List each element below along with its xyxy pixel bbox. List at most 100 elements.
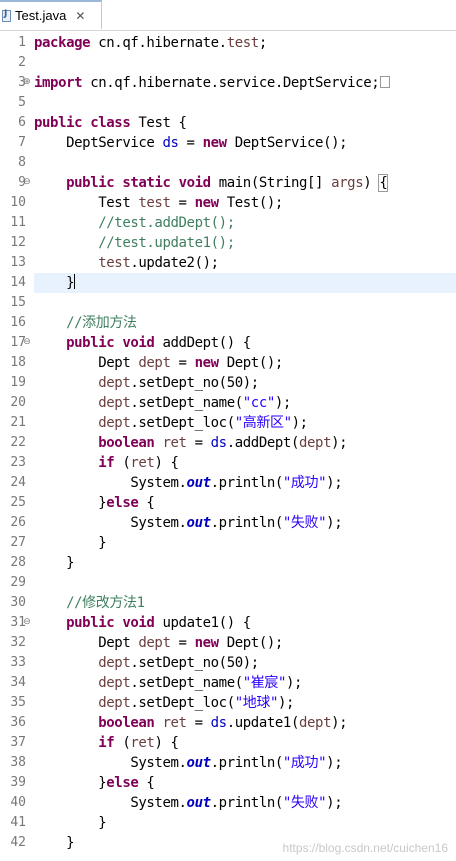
line-number: 28 xyxy=(10,555,26,570)
code-line[interactable]: 25 }else { xyxy=(0,493,456,513)
code-text: if (ret) { xyxy=(98,455,179,471)
code-line[interactable]: 35 dept.setDept_loc("地球"); xyxy=(0,693,456,713)
code-line[interactable]: 1 package cn.qf.hibernate.test; xyxy=(0,33,456,53)
code-line[interactable]: 29 xyxy=(0,573,456,593)
code-line[interactable]: 16 //添加方法 xyxy=(0,313,456,333)
close-icon[interactable]: ✕ xyxy=(75,9,85,23)
code-text: } xyxy=(34,273,456,293)
code-line[interactable]: 23 if (ret) { xyxy=(0,453,456,473)
line-number: 29 xyxy=(10,575,26,590)
code-text: boolean ret = ds.update1(dept); xyxy=(98,715,348,731)
code-line[interactable]: 11 //test.addDept(); xyxy=(0,213,456,233)
code-line[interactable]: 32 Dept dept = new Dept(); xyxy=(0,633,456,653)
line-number: 7 xyxy=(18,135,26,150)
line-number: 13 xyxy=(10,255,26,270)
code-text: dept.setDept_no(50); xyxy=(98,375,259,391)
editor-tab-test-java[interactable]: Test.java ✕ xyxy=(0,0,102,29)
fold-expand-icon[interactable]: ⊕ xyxy=(23,78,31,87)
code-line[interactable]: 7 DeptService ds = new DeptService(); xyxy=(0,133,456,153)
code-line[interactable]: 15 xyxy=(0,293,456,313)
code-line[interactable]: 33 dept.setDept_no(50); xyxy=(0,653,456,673)
code-line[interactable]: 27 } xyxy=(0,533,456,553)
line-number: 32 xyxy=(10,635,26,650)
code-text: } xyxy=(34,815,107,831)
code-line[interactable]: 34 dept.setDept_name("崔宸"); xyxy=(0,673,456,693)
line-number: 27 xyxy=(10,535,26,550)
folded-imports-marker[interactable] xyxy=(380,76,391,88)
code-text: System.out.println("成功"); xyxy=(34,475,343,491)
line-number: 38 xyxy=(10,755,26,770)
code-text: //test.update1(); xyxy=(98,235,235,251)
code-text: //添加方法 xyxy=(66,315,137,331)
line-number: 5 xyxy=(18,95,26,110)
line-number: 40 xyxy=(10,795,26,810)
code-line[interactable]: 9 ⊖ public static void main(String[] args… xyxy=(0,173,456,193)
line-number: 21 xyxy=(10,415,26,430)
line-number: 2 xyxy=(18,55,26,70)
code-text: public void addDept() { xyxy=(66,335,251,351)
code-line[interactable]: 40 System.out.println("失败"); xyxy=(0,793,456,813)
code-line[interactable]: 28 } xyxy=(0,553,456,573)
code-line[interactable]: 41 } xyxy=(0,813,456,833)
code-text: dept.setDept_loc("地球"); xyxy=(98,695,295,711)
code-text: System.out.println("成功"); xyxy=(34,755,343,771)
code-text: }else { xyxy=(34,495,155,511)
code-text: } xyxy=(34,535,107,551)
code-line[interactable]: 14 } xyxy=(0,273,456,293)
code-line[interactable]: 3 ⊕ import cn.qf.hibernate.service.DeptSer… xyxy=(0,73,456,93)
line-number: 42 xyxy=(10,835,26,850)
code-line[interactable]: 18 Dept dept = new Dept(); xyxy=(0,353,456,373)
line-number: 16 xyxy=(10,315,26,330)
line-number: 35 xyxy=(10,695,26,710)
code-text: DeptService ds = new DeptService(); xyxy=(34,135,348,151)
code-line[interactable]: 39 }else { xyxy=(0,773,456,793)
code-text: dept.setDept_name("崔宸"); xyxy=(98,675,303,691)
code-line[interactable]: 20 dept.setDept_name("cc"); xyxy=(0,393,456,413)
code-line[interactable]: 6 public class Test { xyxy=(0,113,456,133)
line-number: 11 xyxy=(10,215,26,230)
line-number: 41 xyxy=(10,815,26,830)
code-text: //修改方法1 xyxy=(66,595,145,611)
line-number: 15 xyxy=(10,295,26,310)
code-text: Dept dept = new Dept(); xyxy=(34,355,283,371)
code-line[interactable]: 19 dept.setDept_no(50); xyxy=(0,373,456,393)
code-line[interactable]: 30 //修改方法1 xyxy=(0,593,456,613)
code-text: System.out.println("失败"); xyxy=(34,795,343,811)
line-number: 6 xyxy=(18,115,26,130)
code-line[interactable]: 24 System.out.println("成功"); xyxy=(0,473,456,493)
code-line[interactable]: 37 if (ret) { xyxy=(0,733,456,753)
code-line[interactable]: 10 Test test = new Test(); xyxy=(0,193,456,213)
code-line[interactable]: 5 xyxy=(0,93,456,113)
code-line[interactable]: 2 xyxy=(0,53,456,73)
code-text: test.update2(); xyxy=(98,255,219,271)
code-line[interactable]: 31 ⊖ public void update1() { xyxy=(0,613,456,633)
tab-title: Test.java xyxy=(15,8,67,23)
code-line[interactable]: 12 //test.update1(); xyxy=(0,233,456,253)
fold-collapse-icon[interactable]: ⊖ xyxy=(23,178,31,187)
code-text: public static void main(String[] args) { xyxy=(66,174,389,192)
line-number: 12 xyxy=(10,235,26,250)
line-number: 30 xyxy=(10,595,26,610)
fold-collapse-icon[interactable]: ⊖ xyxy=(23,618,31,627)
code-line[interactable]: 17 ⊖ public void addDept() { xyxy=(0,333,456,353)
code-line[interactable]: 8 xyxy=(0,153,456,173)
code-line[interactable]: 22 boolean ret = ds.addDept(dept); xyxy=(0,433,456,453)
line-number: 37 xyxy=(10,735,26,750)
fold-collapse-icon[interactable]: ⊖ xyxy=(23,338,31,347)
code-line[interactable]: 38 System.out.println("成功"); xyxy=(0,753,456,773)
code-text: Test test = new Test(); xyxy=(34,195,283,211)
code-line[interactable]: 13 test.update2(); xyxy=(0,253,456,273)
code-editor[interactable]: 1 package cn.qf.hibernate.test; 2 3 ⊕ import … xyxy=(0,30,456,861)
line-number: 1 xyxy=(18,35,26,50)
line-number: 14 xyxy=(10,275,26,290)
code-line[interactable]: 36 boolean ret = ds.update1(dept); xyxy=(0,713,456,733)
line-number: 18 xyxy=(10,355,26,370)
editor-tab-bar: Test.java ✕ xyxy=(0,0,456,31)
code-text: import cn.qf.hibernate.service.DeptServi… xyxy=(34,73,456,93)
code-line[interactable]: 26 System.out.println("失败"); xyxy=(0,513,456,533)
code-line[interactable]: 21 dept.setDept_loc("高新区"); xyxy=(0,413,456,433)
